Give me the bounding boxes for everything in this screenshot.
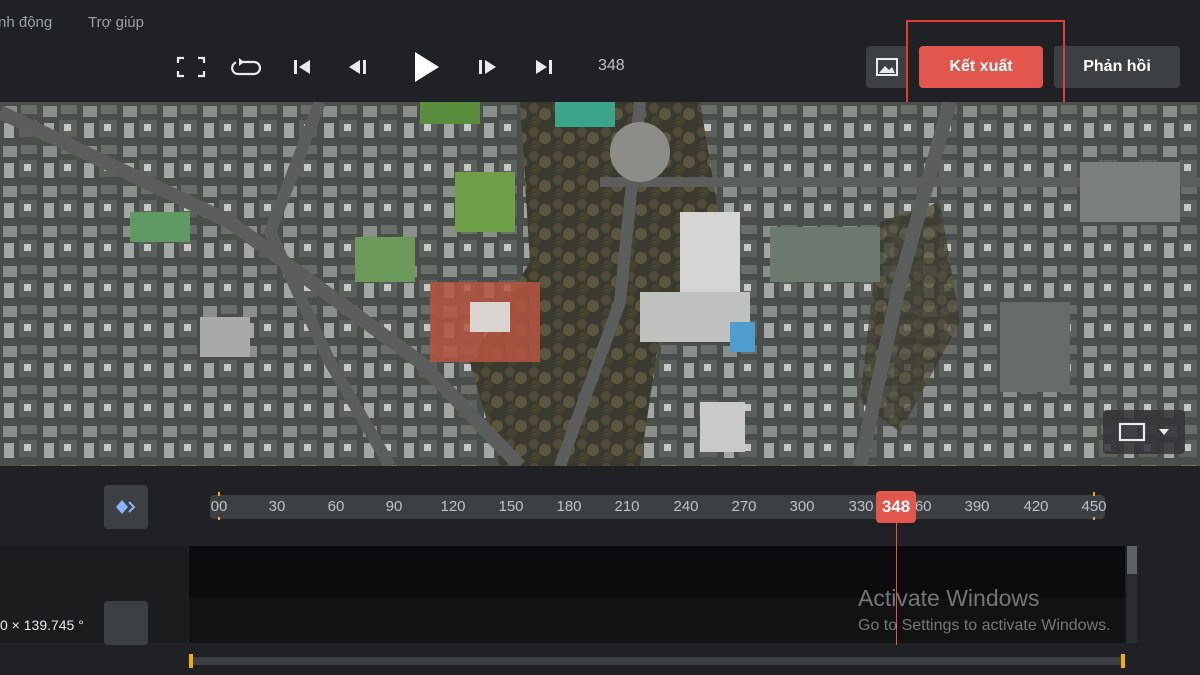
tick-label: 180: [556, 498, 582, 515]
aspect-ratio-icon: [1118, 422, 1146, 442]
tick-label: 60: [327, 498, 345, 515]
activate-windows-subtitle: Go to Settings to activate Windows.: [858, 617, 1111, 634]
skip-to-start-icon[interactable]: [284, 49, 320, 85]
tick-label: 420: [1023, 498, 1049, 515]
menu-item-animation[interactable]: nh động: [0, 14, 52, 31]
tick-label: 120: [440, 498, 466, 515]
playhead-frame-badge[interactable]: 348: [876, 491, 916, 523]
image-button[interactable]: [866, 46, 908, 88]
range-end-handle[interactable]: [1121, 654, 1125, 668]
tick-label: 00: [210, 498, 228, 515]
range-start-handle[interactable]: [189, 654, 193, 668]
loop-icon[interactable]: [228, 49, 264, 85]
satellite-map-image: [0, 102, 1200, 466]
tick-label: 210: [614, 498, 640, 515]
vertical-scrollbar-thumb[interactable]: [1127, 546, 1137, 574]
tick-label: 240: [673, 498, 699, 515]
ruler-handle-marks: [218, 492, 1095, 520]
tick-label: 330: [848, 498, 874, 515]
chevron-down-icon: [1159, 429, 1169, 435]
activate-windows-title: Activate Windows: [858, 585, 1040, 611]
fullscreen-icon[interactable]: [173, 49, 209, 85]
aspect-ratio-dropdown[interactable]: [1103, 410, 1185, 454]
tick-label: 270: [731, 498, 757, 515]
skip-to-end-icon[interactable]: [526, 49, 562, 85]
play-icon[interactable]: [405, 47, 445, 87]
next-frame-icon[interactable]: [470, 49, 506, 85]
tick-label: 300: [789, 498, 815, 515]
previous-frame-icon[interactable]: [339, 49, 375, 85]
image-icon: [876, 58, 898, 76]
tick-label: 90: [385, 498, 403, 515]
coordinate-value[interactable]: 0 × 139.745 °: [0, 617, 84, 633]
tick-label: 30: [268, 498, 286, 515]
tick-label: 450: [1081, 498, 1107, 515]
map-viewport[interactable]: [0, 102, 1200, 466]
menu-item-help[interactable]: Trợ giúp: [88, 14, 144, 31]
tick-label: 150: [498, 498, 524, 515]
keyframe-toggle-button[interactable]: [104, 601, 148, 645]
feedback-button[interactable]: Phản hồi: [1054, 46, 1180, 88]
frame-counter: 348: [598, 57, 625, 74]
timeline-range-bar[interactable]: [189, 657, 1125, 665]
tick-label: 390: [964, 498, 990, 515]
